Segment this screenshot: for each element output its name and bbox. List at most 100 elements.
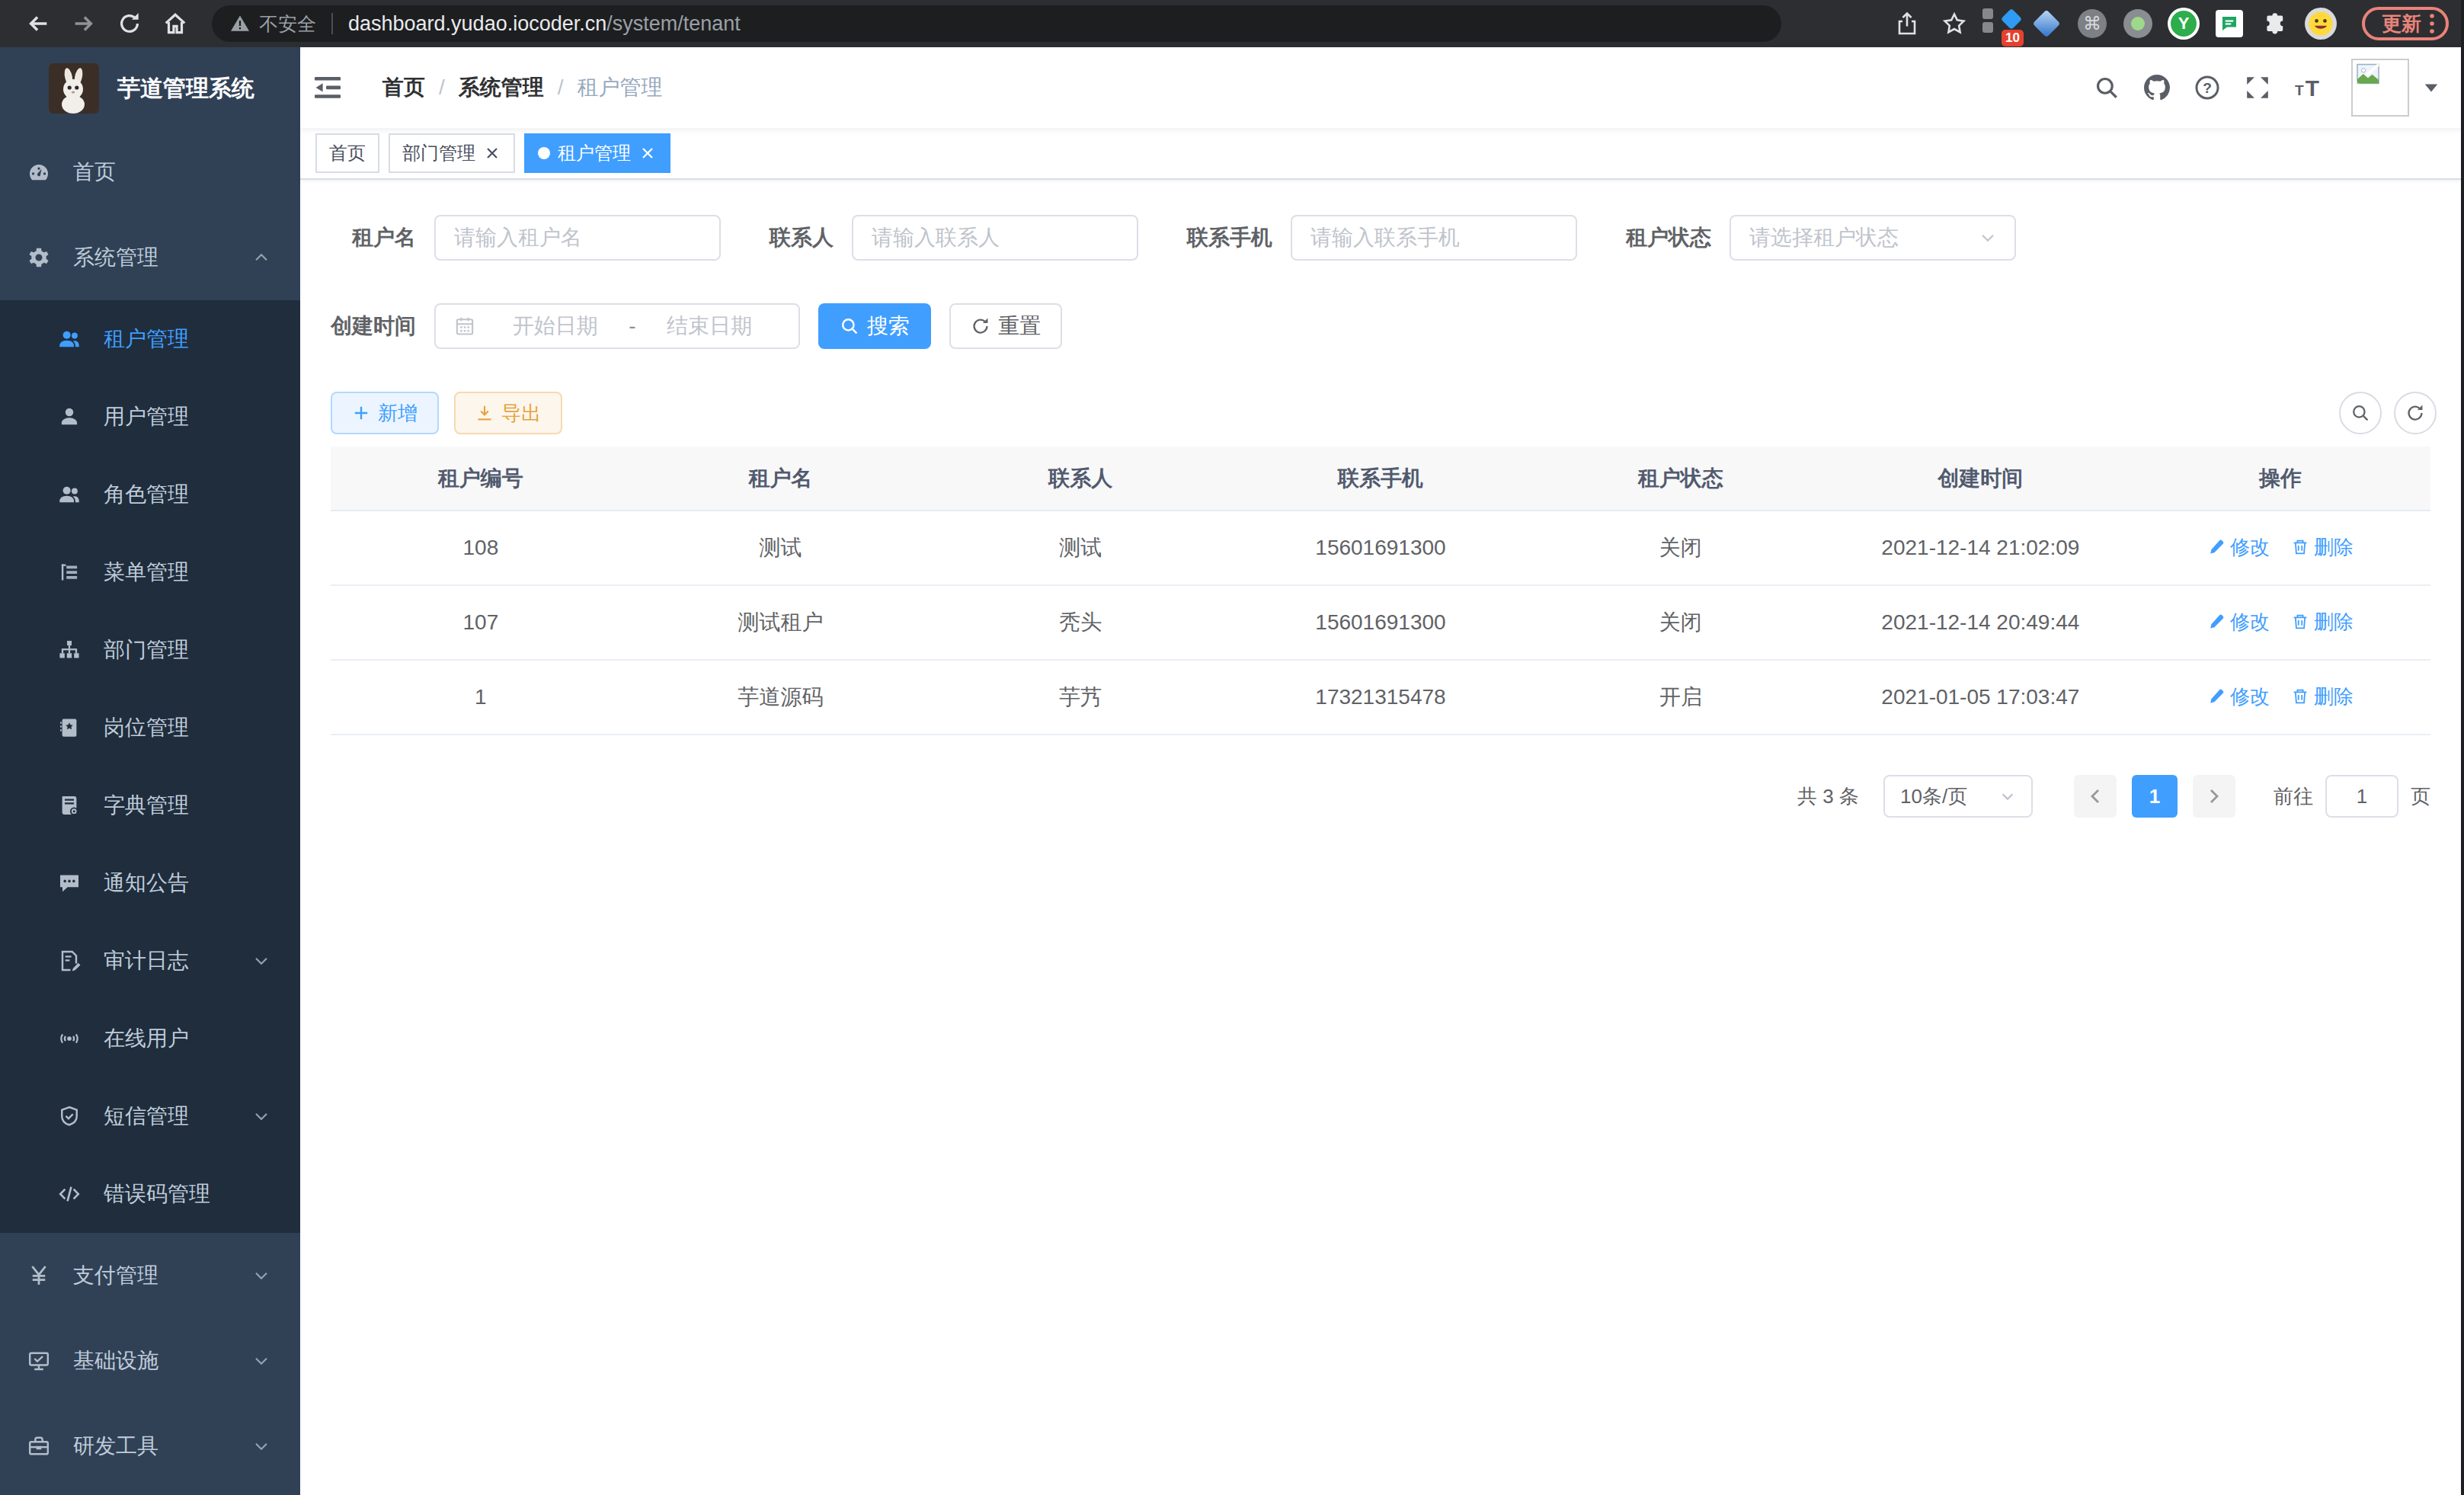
breadcrumb-item[interactable]: 系统管理 (459, 73, 544, 102)
url-host[interactable]: dashboard.yudao.iocoder.cn (348, 12, 606, 36)
filter-row-2: 创建时间 开始日期 - 结束日期 搜索 重置 (331, 303, 2430, 349)
browser-menu-icon[interactable] (2429, 13, 2435, 34)
user-avatar[interactable] (2351, 59, 2409, 117)
column-header-租户状态: 租户状态 (1531, 447, 1831, 511)
search-icon (840, 316, 859, 336)
tab-租户管理[interactable]: 租户管理 (524, 133, 670, 173)
table-header-row: 租户编号租户名联系人联系手机租户状态创建时间操作 (331, 447, 2430, 511)
status-select[interactable]: 请选择租户状态 (1730, 215, 2016, 261)
close-icon[interactable] (483, 144, 501, 162)
browser-actions: 10 ⌘ Y 更新 (1883, 2, 2449, 45)
browser-forward-button[interactable] (61, 2, 107, 45)
sidebar-logo[interactable]: 芋道管理系统 (0, 47, 300, 130)
prev-page-button[interactable] (2074, 775, 2117, 818)
browser-back-button[interactable] (15, 2, 61, 45)
add-button[interactable]: 新增 (331, 392, 439, 434)
delete-link[interactable]: 删除 (2291, 683, 2354, 710)
sidebar-item-角色管理[interactable]: 角色管理 (0, 456, 300, 533)
sidebar-item-系统管理[interactable]: 系统管理 (0, 215, 300, 300)
bookmark-star-icon[interactable] (1931, 2, 1978, 45)
cell-operations: 修改删除 (2130, 660, 2430, 735)
edit-icon (2207, 687, 2226, 706)
trash-icon (2291, 613, 2309, 631)
window-edge (2461, 0, 2464, 1495)
extension-recorder-icon[interactable] (2115, 7, 2161, 40)
sidebar-item-字典管理[interactable]: 字典管理 (0, 767, 300, 844)
date-end-placeholder[interactable]: 结束日期 (639, 312, 780, 341)
avatar-caret-down-icon[interactable] (2423, 79, 2440, 96)
security-label[interactable]: 不安全 (259, 11, 316, 37)
extension-yudao-icon[interactable]: Y (2161, 7, 2206, 40)
sidebar-item-首页[interactable]: 首页 (0, 130, 300, 215)
delete-link[interactable]: 删除 (2291, 534, 2354, 561)
table-body: 108测试测试15601691300关闭2021-12-14 21:02:09修… (331, 511, 2430, 735)
sidebar-item-审计日志[interactable]: 审计日志 (0, 922, 300, 1000)
sidebar-item-研发工具[interactable]: 研发工具 (0, 1404, 300, 1489)
security-warning-icon[interactable] (230, 14, 250, 34)
sidebar-item-部门管理[interactable]: 部门管理 (0, 611, 300, 689)
sidebar-item-支付管理[interactable]: 支付管理 (0, 1233, 300, 1318)
refresh-table-button[interactable] (2394, 392, 2437, 434)
reset-button[interactable]: 重置 (949, 303, 1062, 349)
date-start-placeholder[interactable]: 开始日期 (485, 312, 626, 341)
filter-label: 联系人 (770, 223, 834, 252)
url-path[interactable]: /system/tenant (606, 12, 741, 36)
filter-input-联系人[interactable]: 请输入联系人 (852, 215, 1138, 261)
delete-link[interactable]: 删除 (2291, 609, 2354, 635)
extension-chat-icon[interactable] (2206, 7, 2252, 40)
online-icon (58, 1027, 81, 1050)
filter-input-联系手机[interactable]: 请输入联系手机 (1291, 215, 1577, 261)
goto-page-input[interactable]: 1 (2325, 775, 2398, 818)
browser-reload-button[interactable] (107, 2, 152, 45)
extensions-puzzle-icon[interactable] (2252, 7, 2298, 40)
sms-shield-icon (58, 1105, 81, 1128)
sidebar-item-通知公告[interactable]: 通知公告 (0, 844, 300, 922)
filter-item-租户名: 租户名请输入租户名 (331, 215, 721, 261)
notice-icon (58, 872, 81, 895)
sidebar-item-短信管理[interactable]: 短信管理 (0, 1077, 300, 1155)
sidebar-item-label: 在线用户 (104, 1024, 189, 1053)
sidebar-item-菜单管理[interactable]: 菜单管理 (0, 533, 300, 611)
page-number-1[interactable]: 1 (2132, 775, 2178, 818)
fullscreen-icon[interactable] (2232, 62, 2283, 113)
close-icon[interactable] (638, 144, 657, 162)
sidebar-item-岗位管理[interactable]: 岗位管理 (0, 689, 300, 767)
filter-label: 租户状态 (1626, 223, 1711, 252)
help-question-icon[interactable]: ? (2182, 62, 2232, 113)
edit-link[interactable]: 修改 (2207, 683, 2270, 710)
extension-command-icon[interactable]: ⌘ (2069, 7, 2115, 40)
export-button[interactable]: 导出 (454, 392, 562, 434)
tab-部门管理[interactable]: 部门管理 (389, 133, 515, 173)
extension-kite-icon[interactable] (2024, 7, 2069, 40)
cell-name: 芋道源码 (631, 660, 931, 735)
edit-link[interactable]: 修改 (2207, 609, 2270, 635)
sidebar-collapse-icon[interactable] (312, 72, 343, 103)
browser-toolbar: 不安全 dashboard.yudao.iocoder.cn/system/te… (0, 0, 2464, 47)
org-icon (58, 639, 81, 661)
share-icon[interactable] (1883, 2, 1931, 45)
tab-首页[interactable]: 首页 (315, 133, 379, 173)
browser-home-button[interactable] (152, 2, 198, 45)
cell-id: 108 (331, 511, 631, 585)
edit-link[interactable]: 修改 (2207, 534, 2270, 561)
sidebar-item-租户管理[interactable]: 租户管理 (0, 300, 300, 378)
header-search-icon[interactable] (2082, 62, 2132, 113)
screen: 不安全 dashboard.yudao.iocoder.cn/system/te… (0, 0, 2464, 1495)
github-icon[interactable] (2132, 62, 2182, 113)
date-range-input[interactable]: 开始日期 - 结束日期 (434, 303, 800, 349)
page-size-select[interactable]: 10条/页 (1883, 775, 2033, 818)
sidebar-item-用户管理[interactable]: 用户管理 (0, 378, 300, 456)
sidebar-item-基础设施[interactable]: 基础设施 (0, 1318, 300, 1404)
sidebar-item-在线用户[interactable]: 在线用户 (0, 1000, 300, 1077)
sidebar-item-错误码管理[interactable]: 错误码管理 (0, 1155, 300, 1233)
filter-input-租户名[interactable]: 请输入租户名 (434, 215, 721, 261)
profile-avatar-icon[interactable] (2298, 7, 2344, 40)
search-button[interactable]: 搜索 (818, 303, 931, 349)
next-page-button[interactable] (2193, 775, 2235, 818)
breadcrumb-item[interactable]: 首页 (382, 73, 425, 102)
toggle-search-button[interactable] (2339, 392, 2382, 434)
extension-tag-manager-icon[interactable]: 10 (1978, 7, 2024, 40)
address-bar[interactable]: 不安全 dashboard.yudao.iocoder.cn/system/te… (212, 5, 1781, 42)
browser-update-button[interactable]: 更新 (2362, 7, 2449, 40)
font-size-icon[interactable]: TT (2283, 62, 2333, 113)
